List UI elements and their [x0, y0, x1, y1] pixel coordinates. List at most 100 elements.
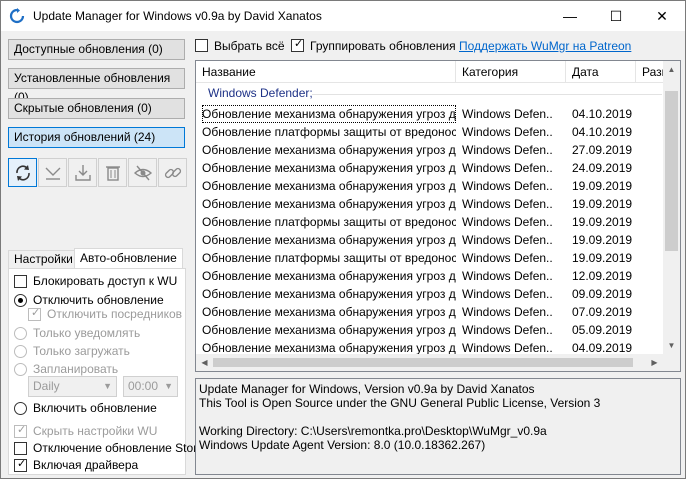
uninstall-icon[interactable]: [98, 158, 127, 187]
scroll-right-icon[interactable]: ▶: [646, 354, 663, 371]
update-name-cell: Обновление механизма обнаружения угроз д…: [202, 287, 456, 301]
update-name-cell: Обновление механизма обнаружения угроз д…: [202, 161, 456, 175]
update-category-cell: Windows Defen...: [462, 179, 552, 193]
horizontal-scrollbar[interactable]: ◀ ▶: [196, 354, 680, 371]
title-bar[interactable]: Update Manager for Windows v0.9a by Davi…: [1, 1, 685, 31]
update-name-cell: Обновление механизма обнаружения угроз д…: [202, 197, 456, 211]
update-date-cell: 19.09.2019: [572, 179, 633, 193]
log-console[interactable]: Update Manager for Windows, Version v0.9…: [195, 378, 681, 475]
chevron-down-icon: ▼: [164, 381, 173, 391]
update-name-cell: Обновление платформы защиты от вредоносн…: [202, 125, 456, 139]
update-name-cell: Обновление механизма обнаружения угроз д…: [202, 143, 456, 157]
update-date-cell: 19.09.2019: [572, 233, 633, 247]
update-date-cell: 24.09.2019: [572, 161, 633, 175]
hidden-updates-button[interactable]: Скрытые обновления (0): [8, 98, 185, 119]
update-name-cell: Обновление платформы защиты от вредоносн…: [202, 215, 456, 229]
table-row[interactable]: Обновление платформы защиты от вредоносн…: [196, 123, 666, 141]
table-row[interactable]: Обновление механизма обнаружения угроз д…: [196, 159, 666, 177]
schedule-day-select[interactable]: Daily ▼: [28, 376, 117, 397]
list-header: Название Категория Дата Разм: [196, 61, 680, 83]
update-name-cell: Обновление механизма обнаружения угроз д…: [202, 233, 456, 247]
hide-icon[interactable]: [128, 158, 157, 187]
scroll-left-icon[interactable]: ◀: [196, 354, 213, 371]
scroll-up-icon[interactable]: ▲: [663, 61, 680, 78]
update-name-cell: Обновление платформы защиты от вредоносн…: [202, 251, 456, 265]
link-icon[interactable]: [158, 158, 187, 187]
update-date-cell: 19.09.2019: [572, 197, 633, 211]
table-row[interactable]: Обновление механизма обнаружения угроз д…: [196, 105, 666, 123]
update-name-cell: Обновление механизма обнаружения угроз д…: [202, 305, 456, 319]
column-name[interactable]: Название: [196, 61, 456, 83]
settings-tabs: Настройки Авто-обновление: [8, 248, 188, 269]
minimize-button[interactable]: —: [547, 1, 593, 31]
update-date-cell: 05.09.2019: [572, 323, 633, 337]
scroll-thumb[interactable]: [665, 91, 678, 251]
column-category[interactable]: Категория: [456, 61, 566, 83]
tab-settings[interactable]: Настройки: [8, 250, 79, 269]
update-history-button[interactable]: История обновлений (24): [8, 127, 185, 148]
update-category-cell: Windows Defen...: [462, 107, 552, 121]
update-date-cell: 19.09.2019: [572, 215, 633, 229]
vertical-scrollbar[interactable]: ▲ ▼: [663, 61, 680, 354]
column-date[interactable]: Дата: [566, 61, 636, 83]
auto-update-panel: Блокировать доступ к WU Отключить обновл…: [8, 268, 204, 475]
download-icon[interactable]: [68, 158, 97, 187]
available-updates-button[interactable]: Доступные обновления (0): [8, 39, 185, 60]
schedule-time-select[interactable]: 00:00 ▼: [123, 376, 178, 397]
schedule-time-value: 00:00: [128, 379, 159, 393]
update-date-cell: 12.09.2019: [572, 269, 633, 283]
scroll-down-icon[interactable]: ▼: [663, 337, 680, 354]
update-category-cell: Windows Defen...: [462, 305, 552, 319]
update-category-cell: Windows Defen...: [462, 161, 552, 175]
update-name-cell: Обновление механизма обнаружения угроз д…: [202, 269, 456, 283]
update-date-cell: 04.10.2019: [572, 107, 633, 121]
update-date-cell: 27.09.2019: [572, 143, 633, 157]
table-row[interactable]: Обновление платформы защиты от вредоносн…: [196, 249, 666, 267]
refresh-icon[interactable]: [8, 158, 37, 187]
update-category-cell: Windows Defen...: [462, 287, 552, 301]
updates-list[interactable]: Название Категория Дата Разм Windows Def…: [195, 60, 681, 372]
update-category-cell: Windows Defen...: [462, 125, 552, 139]
table-row[interactable]: Обновление механизма обнаружения угроз д…: [196, 285, 666, 303]
update-category-cell: Windows Defen...: [462, 269, 552, 283]
log-line: Update Manager for Windows, Version v0.9…: [199, 382, 535, 396]
install-icon[interactable]: [38, 158, 67, 187]
update-date-cell: 19.09.2019: [572, 251, 633, 265]
action-toolbar: [8, 158, 188, 187]
installed-updates-button[interactable]: Установленные обновления (0): [8, 68, 185, 104]
update-category-cell: Windows Defen...: [462, 143, 552, 157]
table-row[interactable]: Обновление платформы защиты от вредоносн…: [196, 213, 666, 231]
update-date-cell: 07.09.2019: [572, 305, 633, 319]
scroll-corner: [663, 354, 680, 371]
close-button[interactable]: ✕: [639, 1, 685, 31]
group-divider: [312, 94, 662, 95]
app-refresh-icon: [9, 8, 25, 24]
maximize-button[interactable]: ☐: [593, 1, 639, 31]
log-line: Windows Update Agent Version: 8.0 (10.0.…: [199, 438, 486, 452]
log-line: This Tool is Open Source under the GNU G…: [199, 396, 601, 410]
chevron-down-icon: ▼: [103, 381, 112, 391]
hscroll-thumb[interactable]: [213, 358, 633, 367]
update-date-cell: 09.09.2019: [572, 287, 633, 301]
patreon-link[interactable]: Поддержать WuMgr на Patreon: [459, 39, 631, 53]
column-size[interactable]: Разм: [636, 61, 666, 83]
update-name-cell: Обновление механизма обнаружения угроз д…: [202, 179, 456, 193]
table-row[interactable]: Обновление механизма обнаружения угроз д…: [196, 177, 666, 195]
table-row[interactable]: Обновление механизма обнаружения угроз д…: [196, 141, 666, 159]
schedule-day-value: Daily: [33, 379, 60, 393]
table-row[interactable]: Обновление механизма обнаружения угроз д…: [196, 231, 666, 249]
update-category-cell: Windows Defen...: [462, 323, 552, 337]
window-title: Update Manager for Windows v0.9a by Davi…: [33, 9, 322, 23]
app-window: Update Manager for Windows v0.9a by Davi…: [0, 0, 686, 479]
table-row[interactable]: Обновление механизма обнаружения угроз д…: [196, 303, 666, 321]
log-line: Working Directory: C:\Users\remontka.pro…: [199, 424, 547, 438]
tab-auto-update[interactable]: Авто-обновление: [74, 248, 183, 269]
table-row[interactable]: Обновление механизма обнаружения угроз д…: [196, 267, 666, 285]
table-row[interactable]: Обновление механизма обнаружения угроз д…: [196, 321, 666, 339]
update-category-cell: Windows Defen...: [462, 197, 552, 211]
update-name-cell: Обновление механизма обнаружения угроз д…: [202, 105, 456, 123]
update-name-cell: Обновление механизма обнаружения угроз д…: [202, 323, 456, 337]
table-row[interactable]: Обновление механизма обнаружения угроз д…: [196, 195, 666, 213]
group-header[interactable]: Windows Defender;: [208, 86, 313, 100]
